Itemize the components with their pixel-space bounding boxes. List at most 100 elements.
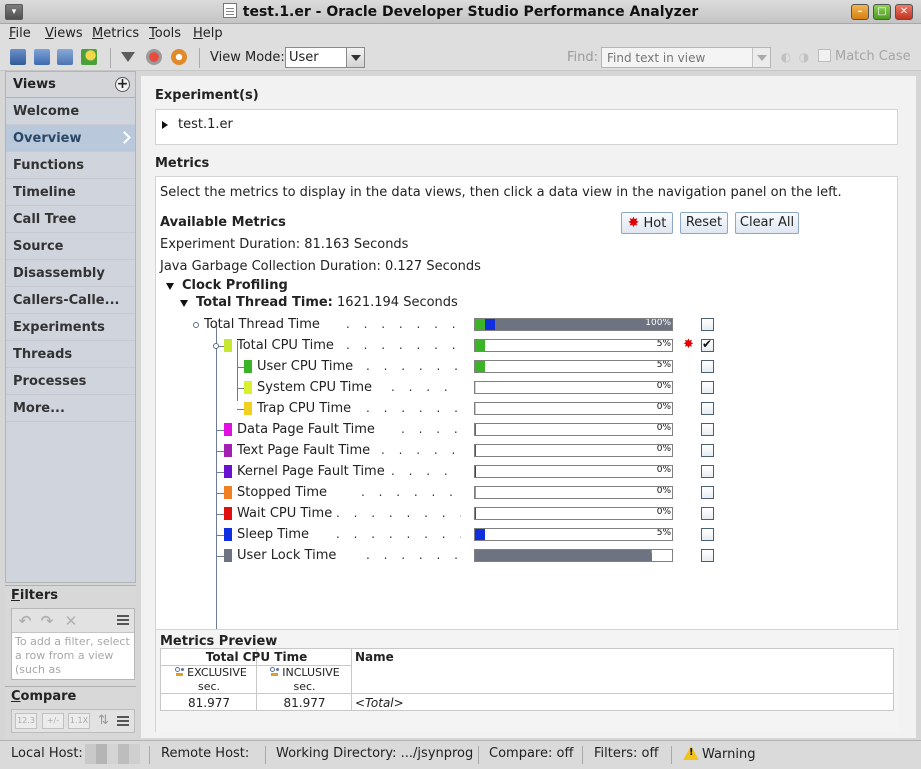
find-input[interactable] (602, 48, 752, 67)
sidebar-item-welcome[interactable]: Welcome (6, 98, 135, 125)
close-button[interactable]: ✕ (895, 4, 913, 20)
chevron-down-icon[interactable] (752, 48, 770, 67)
collapse-icon[interactable] (166, 283, 174, 290)
metric-checkbox[interactable] (701, 318, 714, 331)
metric-row-total-thread-time[interactable]: Total Thread Time . . . . . . . . . . 100% (156, 315, 756, 336)
metric-row-total-cpu-time[interactable]: Total CPU Time . . . . . . . . . . 5% ✸ (156, 336, 756, 357)
tree-node-icon[interactable] (213, 343, 219, 349)
chevron-down-icon[interactable] (346, 48, 364, 67)
sidebar-item-label: Source (13, 239, 64, 254)
sidebar-item-disassembly[interactable]: Disassembly (6, 260, 135, 287)
menu-views[interactable]: Views (45, 26, 83, 41)
working-directory: Working Directory: .../jsynprog (276, 746, 473, 761)
metric-checkbox[interactable] (701, 549, 714, 562)
tree-node-icon[interactable] (193, 322, 199, 328)
warning-status[interactable]: Warning (683, 746, 755, 762)
menu-help[interactable]: Help (193, 26, 223, 41)
compare-absolute-button[interactable]: 12.3 (15, 713, 37, 729)
metric-row-wait-cpu-time[interactable]: Wait CPU Time. . . . . . . . . . 0% (156, 504, 756, 525)
metric-color-swatch (224, 339, 232, 352)
metric-checkbox[interactable] (701, 402, 714, 415)
metric-row-user-cpu-time[interactable]: User CPU Time . . . . . . . . . . 5% (156, 357, 756, 378)
metric-checkbox[interactable] (701, 486, 714, 499)
sort-icon[interactable]: ⇅ (98, 713, 109, 728)
metric-color-swatch (224, 549, 232, 562)
metric-row-system-cpu-time[interactable]: System CPU Time . . . . . . . . . . 0% (156, 378, 756, 399)
sidebar-item-callers-calle[interactable]: Callers-Calle... (6, 287, 135, 314)
menu-file[interactable]: File (9, 26, 31, 41)
menu-icon[interactable] (117, 716, 129, 718)
metric-checkbox[interactable] (701, 381, 714, 394)
collapse-icon[interactable] (180, 300, 188, 307)
open-experiment-icon[interactable] (34, 49, 50, 65)
metric-row-trap-cpu-time[interactable]: Trap CPU Time . . . . . . . . . . 0% (156, 399, 756, 420)
metric-color-swatch (224, 507, 232, 520)
metric-checkbox[interactable] (701, 337, 714, 352)
metric-checkbox[interactable] (701, 423, 714, 436)
compare-toolbar: 12.3 +/- 1.1X ⇅ (11, 709, 135, 733)
clear-all-button[interactable]: Clear All (735, 212, 799, 234)
metric-row-user-lock-time[interactable]: User Lock Time . . . . . . . . . . 90% (156, 546, 756, 567)
metric-row-sleep-time[interactable]: Sleep Time . . . . . . . . . . 5% (156, 525, 756, 546)
filter-icon[interactable] (121, 52, 135, 62)
metric-color-swatch (224, 465, 232, 478)
save-icon[interactable] (10, 49, 26, 65)
metric-checkbox[interactable] (701, 360, 714, 373)
reset-button[interactable]: Reset (680, 212, 728, 234)
undo-icon[interactable]: ↶ (16, 612, 34, 630)
views-navigation-panel: Views + Welcome Overview Functions Timeline… (5, 71, 136, 583)
sidebar-item-more[interactable]: More... (6, 395, 135, 422)
find-next-icon[interactable]: ◑ (797, 50, 811, 64)
metric-row-stopped-time[interactable]: Stopped Time . . . . . . . . . . 0% (156, 483, 756, 504)
add-view-icon[interactable]: + (115, 77, 130, 92)
metric-name: Stopped Time (237, 485, 328, 500)
metric-name: Total CPU Time (237, 338, 334, 353)
menu-icon[interactable] (117, 615, 129, 617)
remove-filter-icon[interactable]: ✕ (62, 612, 80, 630)
minimize-button[interactable]: – (851, 4, 869, 20)
profile-application-icon[interactable] (81, 49, 97, 65)
metric-checkbox[interactable] (701, 465, 714, 478)
metrics-instructions: Select the metrics to display in the dat… (160, 185, 842, 200)
view-mode-select[interactable]: User (285, 47, 365, 68)
sidebar-item-processes[interactable]: Processes (6, 368, 135, 395)
metric-color-swatch (224, 486, 232, 499)
sidebar-item-overview[interactable]: Overview (6, 125, 135, 152)
sidebar-item-experiments[interactable]: Experiments (6, 314, 135, 341)
experiment-name[interactable]: test.1.er (178, 117, 233, 132)
warning-label: Warning (702, 747, 756, 762)
menu-metrics[interactable]: Metrics (92, 26, 139, 41)
metric-percent: 0% (656, 444, 671, 454)
sidebar-item-timeline[interactable]: Timeline (6, 179, 135, 206)
metric-checkbox[interactable] (701, 444, 714, 457)
find-previous-icon[interactable]: ◐ (779, 50, 793, 64)
metric-row-kernel-page-fault-time[interactable]: Kernel Page Fault Time . . . . . . . . . … (156, 462, 756, 483)
metric-row-text-page-fault-time[interactable]: Text Page Fault Time . . . . . . . . . . 0… (156, 441, 756, 462)
match-case-checkbox[interactable]: Match Case (818, 49, 911, 64)
settings-gear-icon[interactable] (171, 49, 187, 65)
sidebar-item-functions[interactable]: Functions (6, 152, 135, 179)
metric-checkbox[interactable] (701, 528, 714, 541)
maximize-button[interactable]: □ (873, 4, 891, 20)
find-field[interactable] (601, 47, 771, 68)
metric-checkbox[interactable] (701, 507, 714, 520)
window-title-text: test.1.er - Oracle Developer Studio Perf… (242, 4, 699, 20)
menu-tools[interactable]: Tools (149, 26, 181, 41)
compare-experiments-icon[interactable] (57, 49, 73, 65)
metric-bar-fill (475, 550, 653, 561)
metric-row-data-page-fault-time[interactable]: Data Page Fault Time . . . . . . . . . . 0… (156, 420, 756, 441)
hot-button-label: Hot (643, 216, 667, 231)
hot-button[interactable]: ✸ Hot (621, 212, 673, 234)
expand-icon[interactable] (162, 121, 168, 129)
library-visibility-icon[interactable] (146, 49, 162, 65)
metrics-preview-panel: Metrics Preview Total CPU Time EXCLUSIVE… (156, 629, 899, 732)
sidebar-item-call-tree[interactable]: Call Tree (6, 206, 135, 233)
checkbox-icon[interactable] (818, 49, 831, 62)
sidebar-item-threads[interactable]: Threads (6, 341, 135, 368)
redo-icon[interactable]: ↷ (38, 612, 56, 630)
metric-name: Kernel Page Fault Time (237, 464, 385, 479)
sidebar-item-source[interactable]: Source (6, 233, 135, 260)
hot-icon: ✸ (627, 215, 640, 231)
compare-delta-button[interactable]: +/- (42, 713, 64, 729)
compare-ratio-button[interactable]: 1.1X (68, 713, 90, 729)
